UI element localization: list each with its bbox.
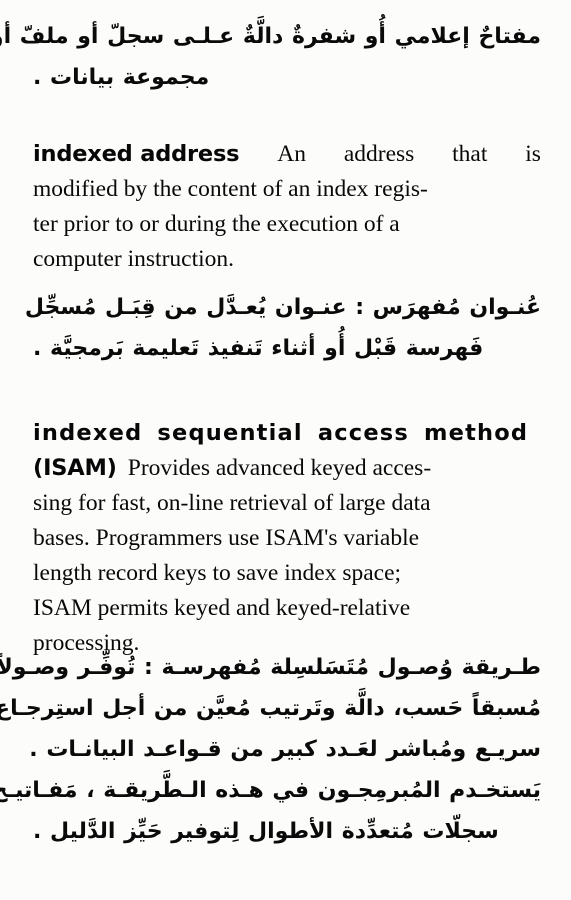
headword-isam-abbreviation: (ISAM): [33, 455, 117, 481]
definition-line: ter prior to or during the execution of …: [33, 211, 400, 237]
arabic-line: عُنـوان مُفهرَس : عنـوان يُعـدَّل من قِب…: [24, 295, 541, 320]
arabic-line: مجموعة بيانات .: [33, 65, 210, 90]
dictionary-entry-isam: indexed sequential access method (ISAM) P…: [33, 416, 541, 661]
dictionary-entry-indexed-address: indexed address An address that is modif…: [33, 137, 541, 277]
arabic-definition-block-2: عُنـوان مُفهرَس : عنـوان يُعـدَّل من قِب…: [24, 287, 541, 369]
entry-headword-line-1: indexed sequential access method: [33, 416, 541, 451]
arabic-line: مُسبقاً حَسب، دالَّة وتَرتيب مُعيَّن من …: [0, 696, 541, 721]
headword-indexed-sequential-access-method: indexed sequential access method: [33, 420, 529, 446]
definition-line: computer instruction.: [33, 246, 235, 272]
definition-word: address: [343, 141, 415, 167]
arabic-line: سجلّات مُتعدِّدة الأطوال لِتوفير حَيِّز …: [33, 819, 499, 844]
arabic-line: يَستخـدم المُبرمِجـون في هـذه الـطَّريقـ…: [0, 778, 541, 803]
entry-headword-line-2: (ISAM) Provides advanced keyed acces-: [33, 451, 541, 486]
arabic-definition-block-1: مفتاحٌ إعلامي أُو شفرةٌ دالَّةٌ عـلـى سج…: [0, 16, 541, 98]
dictionary-page: مفتاحٌ إعلامي أُو شفرةٌ دالَّةٌ عـلـى سج…: [0, 0, 571, 900]
definition-word: is: [525, 141, 541, 167]
arabic-line: فَهرسة قَبْل أُو أثناء تَنفيذ تَعليمة بَ…: [33, 336, 484, 361]
definition-line: bases. Programmers use ISAM's variable: [33, 525, 420, 551]
definition-line: length record keys to save index space;: [33, 560, 402, 586]
definition-word: An: [277, 141, 306, 167]
headword-indexed-address: indexed address: [33, 141, 240, 167]
definition-line: modified by the content of an index regi…: [33, 176, 428, 202]
definition-line: sing for fast, on-line retrieval of larg…: [33, 490, 431, 516]
arabic-line: طـريقة وُصـول مُتَسَلسِلة مُفهرسـة : تُو…: [0, 655, 541, 680]
arabic-definition-block-3: طـريقة وُصـول مُتَسَلسِلة مُفهرسـة : تُو…: [0, 647, 541, 852]
entry-headword-line: indexed address An address that is: [33, 137, 541, 172]
arabic-line: سريـع ومُباشر لعَـدد كبير من قـواعـد الب…: [29, 737, 541, 762]
definition-line: Provides advanced keyed acces-: [127, 455, 432, 481]
definition-line: ISAM permits keyed and keyed-relative: [33, 595, 411, 621]
arabic-line: مفتاحٌ إعلامي أُو شفرةٌ دالَّةٌ عـلـى سج…: [0, 24, 541, 49]
definition-word: that: [452, 141, 488, 167]
